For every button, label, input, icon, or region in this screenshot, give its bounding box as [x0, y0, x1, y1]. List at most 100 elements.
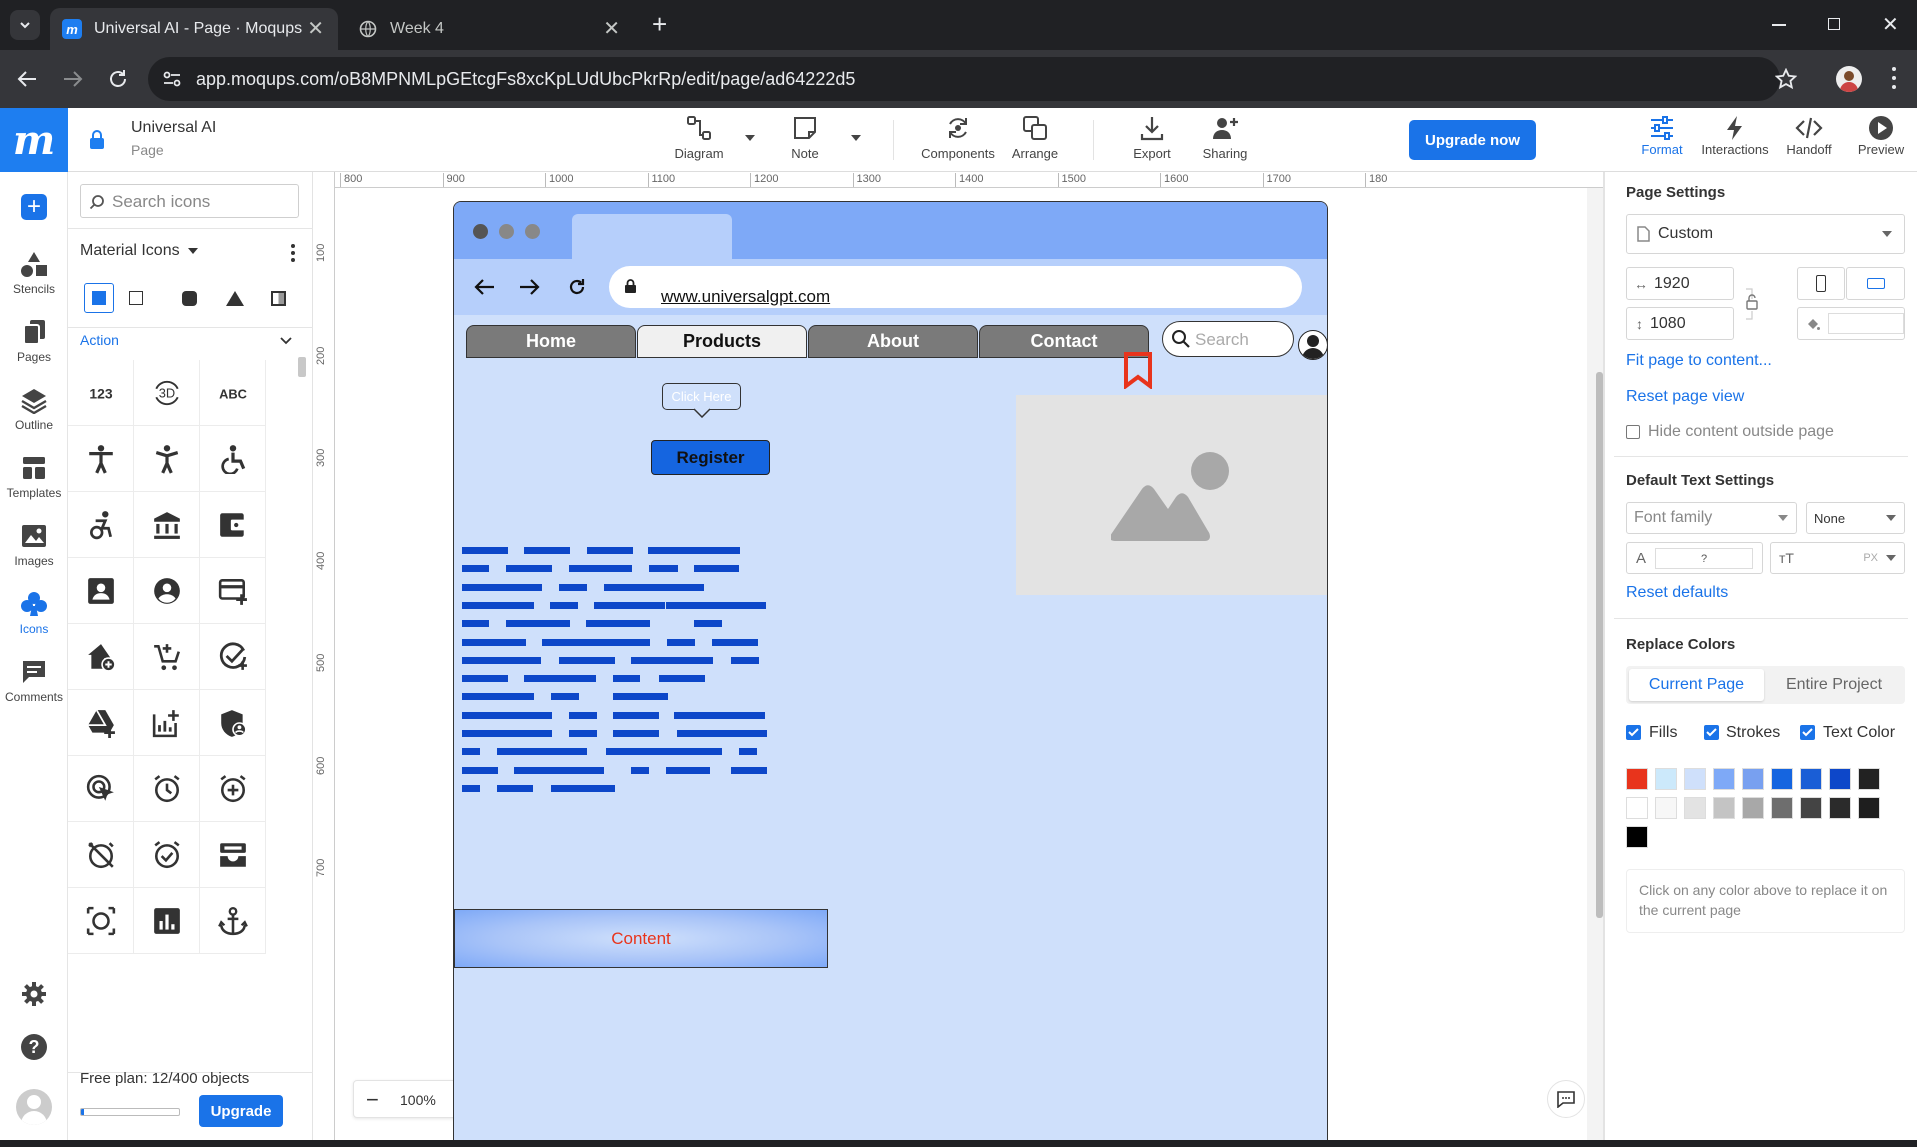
icon-tile[interactable] [200, 756, 266, 822]
project-title[interactable]: Universal AI [131, 119, 216, 137]
browser-menu-icon[interactable] [1892, 67, 1896, 89]
icon-tile[interactable] [134, 756, 200, 822]
new-tab-button[interactable]: + [652, 11, 667, 37]
format-button[interactable]: Format [1626, 114, 1698, 157]
forward-icon[interactable] [62, 69, 84, 89]
rail-pages[interactable]: Pages [0, 318, 68, 364]
rail-outline[interactable]: Outline [0, 386, 68, 432]
font-family-select[interactable]: Font family [1626, 502, 1797, 534]
page-height-input[interactable]: ↕ 1080 [1626, 307, 1734, 340]
font-style-select[interactable]: None [1806, 502, 1905, 534]
rail-icons[interactable]: Icons [0, 590, 68, 636]
style-rounded-button[interactable] [182, 291, 197, 306]
page-preset-select[interactable]: Custom [1626, 214, 1905, 254]
icon-tile[interactable] [134, 624, 200, 690]
reset-view-link[interactable]: Reset page view [1626, 388, 1744, 406]
bookmark-star-icon[interactable] [1775, 68, 1797, 90]
color-swatch[interactable] [1626, 797, 1648, 819]
profile-avatar[interactable] [1836, 66, 1862, 92]
style-filled-button[interactable] [84, 283, 114, 313]
canvas-scrollbar-vertical[interactable] [1596, 372, 1603, 918]
browser-mockup[interactable]: www.universalgpt.com Home Products About… [453, 201, 1328, 1147]
arrange-button[interactable]: Arrange [1000, 114, 1070, 161]
icon-tile[interactable] [200, 558, 266, 624]
handoff-button[interactable]: Handoff [1773, 114, 1845, 157]
page-fill-color[interactable] [1797, 307, 1905, 340]
more-options-icon[interactable] [291, 244, 295, 262]
icon-tile[interactable] [134, 690, 200, 756]
back-icon[interactable] [16, 69, 38, 89]
tab-week4[interactable]: Week 4 ✕ [346, 8, 634, 50]
color-swatch[interactable] [1742, 768, 1764, 790]
color-swatch[interactable] [1771, 768, 1793, 790]
icon-tile[interactable] [68, 822, 134, 888]
diagram-button[interactable]: Diagram [664, 114, 734, 161]
color-swatch[interactable] [1713, 797, 1735, 819]
export-button[interactable]: Export [1117, 114, 1187, 161]
preview-button[interactable]: Preview [1845, 114, 1917, 157]
icon-tile[interactable] [200, 624, 266, 690]
tab-moqups[interactable]: m Universal AI - Page · Moqups ✕ [50, 8, 338, 50]
sharing-button[interactable]: Sharing [1190, 114, 1260, 161]
color-swatch[interactable] [1858, 768, 1880, 790]
color-swatch[interactable] [1655, 797, 1677, 819]
page-width-input[interactable]: ↔ 1920 [1626, 267, 1734, 300]
icon-tile[interactable] [200, 426, 266, 492]
style-twotone-button[interactable] [271, 291, 286, 306]
orientation-portrait-button[interactable] [1797, 267, 1845, 300]
minimize-icon[interactable] [1772, 24, 1786, 26]
rail-comments[interactable]: Comments [0, 658, 68, 704]
aspect-lock-icon[interactable] [1744, 287, 1760, 321]
reset-defaults-link[interactable]: Reset defaults [1626, 584, 1728, 602]
color-swatch[interactable] [1800, 768, 1822, 790]
omnibox[interactable]: app.moqups.com/oB8MPNMLpGEtcgFs8xcKpLUdU… [148, 57, 1780, 101]
note-dropdown-icon[interactable] [850, 134, 862, 142]
components-button[interactable]: Components [921, 114, 995, 161]
rail-templates[interactable]: Templates [0, 454, 68, 500]
upgrade-button[interactable]: Upgrade [199, 1095, 283, 1127]
strokes-checkbox[interactable] [1704, 725, 1719, 740]
icon-tile[interactable] [134, 426, 200, 492]
close-icon[interactable]: ✕ [603, 19, 620, 39]
diagram-dropdown-icon[interactable] [744, 134, 756, 142]
color-swatch[interactable] [1829, 768, 1851, 790]
icon-tile[interactable] [68, 756, 134, 822]
icon-tile[interactable] [200, 822, 266, 888]
site-info-icon[interactable] [162, 70, 182, 88]
restore-icon[interactable] [1828, 18, 1840, 30]
color-swatch[interactable] [1684, 797, 1706, 819]
icon-tile[interactable]: 3D [134, 360, 200, 426]
note-button[interactable]: Note [770, 114, 840, 161]
color-swatch[interactable] [1626, 826, 1648, 848]
zoom-level[interactable]: 100% [400, 1092, 436, 1108]
icon-tile[interactable] [68, 492, 134, 558]
reload-icon[interactable] [107, 68, 129, 90]
color-swatch[interactable] [1742, 797, 1764, 819]
icon-tile[interactable] [68, 690, 134, 756]
settings-gear-icon[interactable] [21, 981, 47, 1007]
close-icon[interactable]: ✕ [307, 19, 324, 39]
color-swatch[interactable] [1771, 797, 1793, 819]
icon-tile[interactable] [68, 624, 134, 690]
search-icons-input[interactable]: Search icons [80, 184, 299, 218]
icon-tile[interactable] [134, 492, 200, 558]
icon-tile[interactable] [134, 822, 200, 888]
chat-button[interactable] [1547, 1080, 1585, 1118]
zoom-out-button[interactable]: − [366, 1087, 379, 1113]
help-icon[interactable]: ? [21, 1034, 47, 1060]
icon-tile[interactable] [68, 888, 134, 954]
rail-stencils[interactable]: Stencils [0, 250, 68, 296]
font-color-input[interactable]: A ? [1626, 542, 1763, 574]
upgrade-now-button[interactable]: Upgrade now [1409, 120, 1536, 160]
style-outlined-button[interactable] [129, 291, 143, 305]
font-size-input[interactable]: ᴛT PX [1770, 542, 1905, 574]
rail-images[interactable]: Images [0, 522, 68, 568]
fit-page-link[interactable]: Fit page to content... [1626, 352, 1772, 370]
style-sharp-button[interactable] [226, 291, 244, 306]
color-swatch[interactable] [1800, 797, 1822, 819]
fills-checkbox[interactable] [1626, 725, 1641, 740]
color-swatch[interactable] [1858, 797, 1880, 819]
icon-tile[interactable] [200, 888, 266, 954]
window-close-icon[interactable]: ✕ [1882, 12, 1899, 37]
seg-entire-project[interactable]: Entire Project [1766, 669, 1902, 701]
